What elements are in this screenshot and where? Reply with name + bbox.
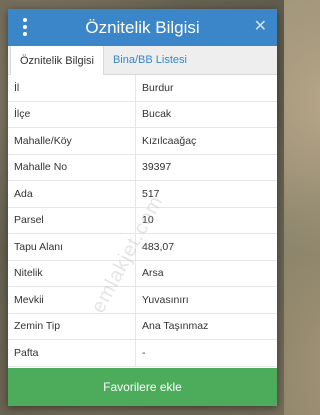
table-row: Mahalle No 39397 [8,154,277,181]
table-row: Nitelik Arsa [8,260,277,287]
kebab-menu-icon[interactable] [18,17,32,37]
row-value: Bucak [142,108,172,121]
row-key: Pafta [8,340,136,366]
row-key: İl [8,75,136,101]
row-key: Nitelik [8,260,136,286]
row-value: Burdur [142,81,174,94]
row-key: Zemin Tip [8,313,136,339]
table-row: İl Burdur [8,75,277,102]
add-to-favorites-button[interactable]: Favorilere ekle [8,368,277,406]
tab-building-list[interactable]: Bina/BB Listesi [104,45,196,74]
row-value: 483,07 [142,240,175,253]
row-value: - [142,346,146,359]
table-row: Parsel 10 [8,207,277,234]
dialog-header: Öznitelik Bilgisi ✕ [8,9,277,46]
tab-attribute-info[interactable]: Öznitelik Bilgisi [10,45,104,75]
row-key: Parsel [8,207,136,233]
row-value: Ana Taşınmaz [142,320,209,333]
row-value: 39397 [142,161,172,174]
row-key: Tapu Alanı [8,234,136,260]
tab-bar: Öznitelik Bilgisi Bina/BB Listesi [8,45,277,75]
table-row: Ada 517 [8,181,277,208]
dialog-title: Öznitelik Bilgisi [85,17,200,37]
close-icon[interactable]: ✕ [254,16,267,38]
row-value: Kızılcaağaç [142,134,197,147]
attribute-dialog: Öznitelik Bilgisi ✕ Öznitelik Bilgisi Bi… [8,9,277,406]
row-key: Mevkii [8,287,136,313]
row-value: Yuvasınırı [142,293,189,306]
row-key: Mahalle/Köy [8,128,136,154]
table-row: Pafta - [8,340,277,367]
row-value: 10 [142,214,154,227]
table-row: Mevkii Yuvasınırı [8,287,277,314]
table-row: Mahalle/Köy Kızılcaağaç [8,128,277,155]
row-value: Arsa [142,267,164,280]
table-row: Tapu Alanı 483,07 [8,234,277,261]
row-key: Ada [8,181,136,207]
row-key: İlçe [8,101,136,127]
attribute-table: İl Burdur İlçe Bucak Mahalle/Köy Kızılca… [8,75,277,368]
row-key: Mahalle No [8,154,136,180]
table-row: Zemin Tip Ana Taşınmaz [8,313,277,340]
table-row: İlçe Bucak [8,101,277,128]
row-value: 517 [142,187,160,200]
